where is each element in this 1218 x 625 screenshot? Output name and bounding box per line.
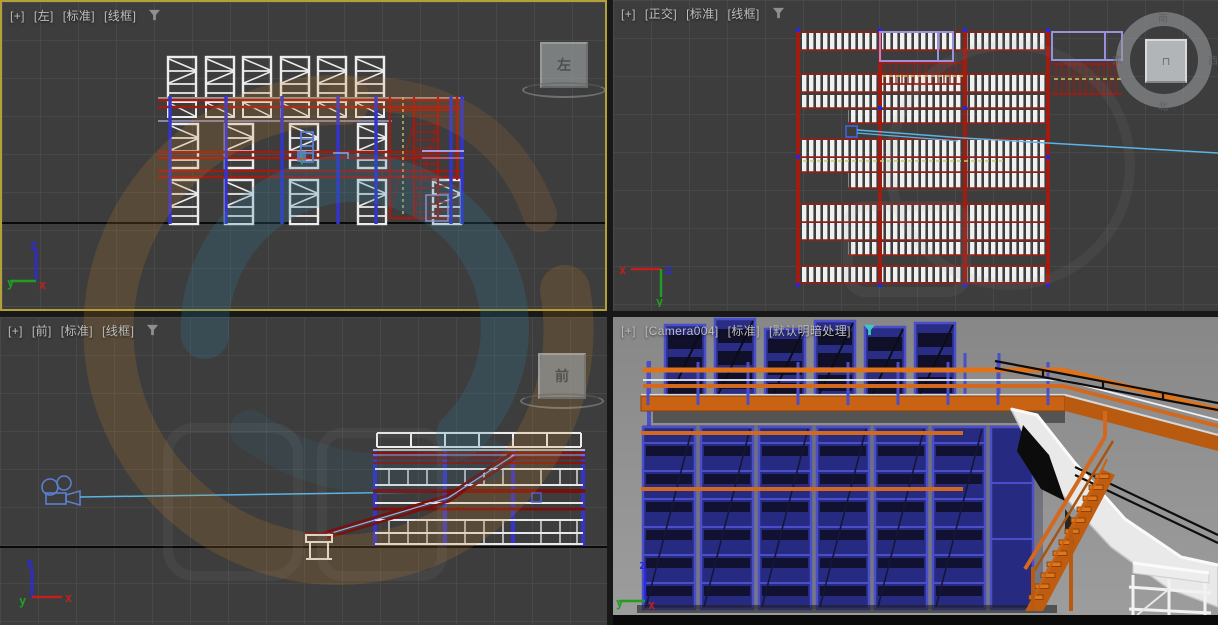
svg-text:x: x <box>65 591 72 605</box>
viewcube-south-label[interactable]: 南 <box>1158 10 1168 25</box>
viewport-menu-button[interactable]: [+] <box>8 324 23 338</box>
viewcube[interactable]: ⊓ 南 北 东 西 <box>1116 12 1212 108</box>
viewport-shading-button[interactable]: [默认明暗处理] <box>769 322 851 339</box>
svg-text:z: z <box>639 558 646 572</box>
svg-text:z: z <box>26 556 33 570</box>
viewport-style-button[interactable]: [标准] <box>63 7 95 24</box>
viewport-pov-button[interactable]: [前] <box>32 322 52 339</box>
viewport-pov-button[interactable]: [Camera004] <box>645 324 719 338</box>
viewport-style-button[interactable]: [标准] <box>686 5 718 22</box>
viewport-label-bar: [+] [左] [标准] [线框] <box>10 7 161 24</box>
svg-text:y: y <box>19 594 26 608</box>
viewport-camera-view[interactable]: [+] [Camera004] [标准] [默认明暗处理] z y x <box>613 317 1218 625</box>
camera-object <box>42 476 80 505</box>
axis-tripod: z y x <box>6 237 76 295</box>
viewcube-face[interactable]: ⊓ <box>1145 39 1187 83</box>
axis-tripod: z y x <box>4 555 80 613</box>
svg-text:z: z <box>30 238 37 252</box>
viewport-label-bar: [+] [正交] [标准] [线框] <box>621 5 785 22</box>
svg-text:x: x <box>648 598 655 612</box>
viewcube-ring <box>522 82 606 98</box>
viewcube-east-label[interactable]: 东 <box>1112 52 1122 67</box>
viewcube-north-label[interactable]: 北 <box>1158 98 1168 113</box>
viewcube[interactable]: 前 <box>516 353 606 415</box>
viewport-menu-button[interactable]: [+] <box>621 324 636 338</box>
viewcube[interactable]: 左 <box>518 42 607 104</box>
viewport-pov-button[interactable]: [正交] <box>645 5 677 22</box>
filter-funnel-icon[interactable] <box>148 9 161 22</box>
viewcube-ring <box>520 393 604 409</box>
viewport-style-button[interactable]: [标准] <box>728 322 760 339</box>
viewport-shading-button[interactable]: [线框] <box>104 7 136 24</box>
viewport-shading-button[interactable]: [线框] <box>727 5 759 22</box>
viewport-label-bar: [+] [前] [标准] [线框] <box>8 322 159 339</box>
svg-text:y: y <box>616 596 623 610</box>
viewport-grid: [+] [左] [标准] [线框] 左 z y x <box>0 0 1218 625</box>
viewport-label-bar: [+] [Camera004] [标准] [默认明暗处理] <box>621 322 876 339</box>
viewport-left-view[interactable]: [+] [左] [标准] [线框] 左 z y x <box>0 0 607 311</box>
viewport-shading-button[interactable]: [线框] <box>102 322 134 339</box>
viewport-pov-button[interactable]: [左] <box>34 7 54 24</box>
viewcube-west-label[interactable]: 西 <box>1208 52 1218 67</box>
viewport-front-view[interactable]: [+] [前] [标准] [线框] 前 z y x <box>0 317 607 625</box>
filter-funnel-icon[interactable] <box>772 7 785 20</box>
viewport-style-button[interactable]: [标准] <box>61 322 93 339</box>
svg-text:y: y <box>7 276 14 290</box>
viewport-menu-button[interactable]: [+] <box>10 9 25 23</box>
filter-funnel-icon[interactable] <box>146 324 159 337</box>
axis-tripod: x z y <box>615 253 687 307</box>
viewport-ortho-view[interactable]: [+] [正交] [标准] [线框] ⊓ 南 北 东 西 x z y <box>613 0 1218 311</box>
svg-text:z: z <box>665 263 672 277</box>
svg-text:x: x <box>619 263 626 277</box>
viewcube-face-label: 前 <box>555 366 569 386</box>
svg-text:x: x <box>39 278 46 292</box>
axis-tripod: z y x <box>615 557 685 615</box>
left-view-wireframe-scene <box>2 2 605 309</box>
viewcube-face-glyph: ⊓ <box>1162 55 1171 68</box>
viewcube-face-label: 左 <box>557 55 571 75</box>
svg-text:y: y <box>656 295 663 307</box>
filter-funnel-icon[interactable] <box>863 324 876 337</box>
camera-view-shaded-scene <box>613 317 1218 625</box>
viewport-menu-button[interactable]: [+] <box>621 7 636 21</box>
